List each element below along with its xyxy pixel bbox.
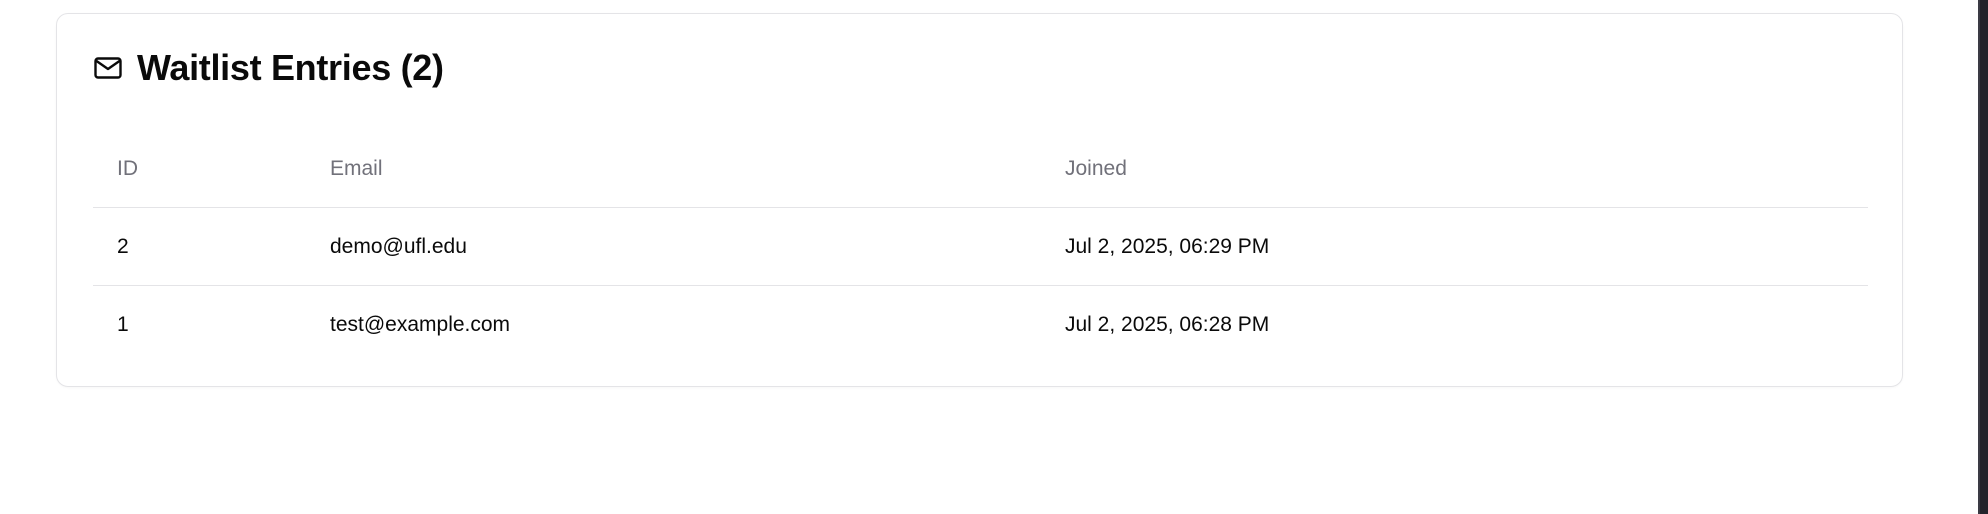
waitlist-table: ID Email Joined 2 demo@ufl.edu Jul 2, 20…: [93, 130, 1868, 364]
column-header-joined[interactable]: Joined: [1041, 157, 1868, 181]
cell-joined: Jul 2, 2025, 06:29 PM: [1065, 234, 1270, 258]
cell-email: test@example.com: [330, 313, 511, 336]
table-row[interactable]: 2 demo@ufl.edu Jul 2, 2025, 06:29 PM: [93, 208, 1868, 286]
cell-email: demo@ufl.edu: [330, 234, 467, 258]
page: Waitlist Entries (2) ID Email Joined 2 d…: [0, 0, 1988, 514]
cell-joined: Jul 2, 2025, 06:28 PM: [1065, 313, 1270, 336]
column-header-id[interactable]: ID: [93, 157, 306, 181]
waitlist-card: Waitlist Entries (2) ID Email Joined 2 d…: [56, 13, 1903, 387]
table-row[interactable]: 1 test@example.com Jul 2, 2025, 06:28 PM: [93, 286, 1868, 364]
mail-icon: [93, 53, 123, 83]
window-edge: [1978, 0, 1988, 514]
column-header-email[interactable]: Email: [306, 157, 1041, 181]
card-header: Waitlist Entries (2): [93, 46, 444, 90]
table-header-row: ID Email Joined: [93, 130, 1868, 208]
card-title: Waitlist Entries (2): [137, 47, 444, 88]
cell-id: 2: [117, 234, 129, 258]
cell-id: 1: [117, 313, 129, 336]
